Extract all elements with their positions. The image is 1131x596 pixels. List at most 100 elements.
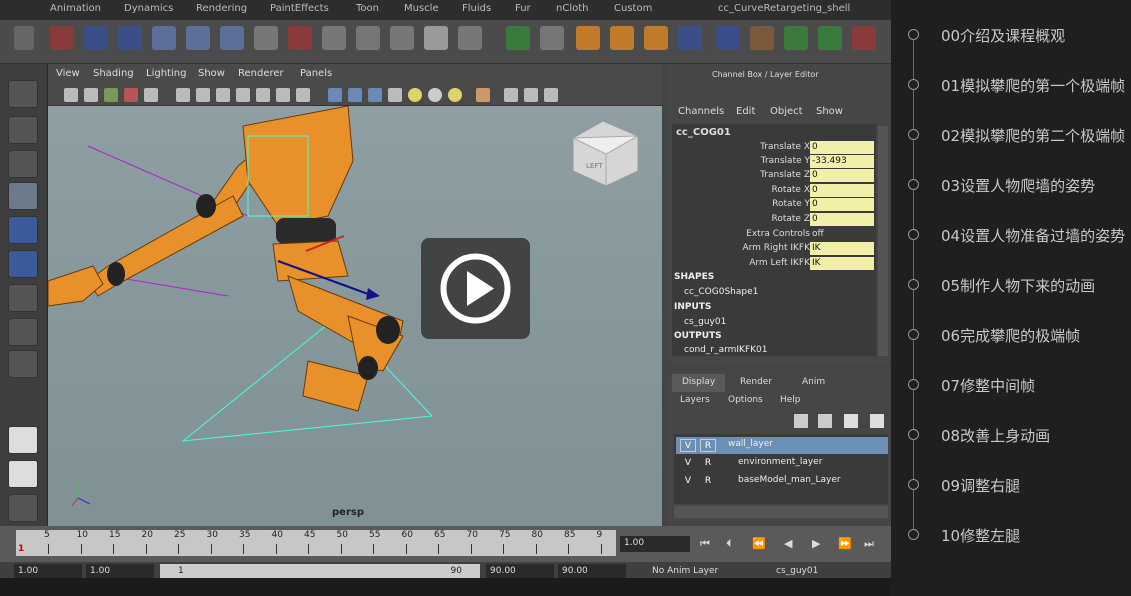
output-item[interactable]: cond_r_armIKFK01 xyxy=(684,345,767,355)
shadows-icon[interactable] xyxy=(428,88,442,102)
orient-icon[interactable] xyxy=(288,26,312,50)
range-slider-bar[interactable]: 1 90 xyxy=(160,564,480,578)
lesson-item[interactable]: 04设置人物准备过墙的姿势 xyxy=(891,220,1131,250)
tab-display[interactable]: Display xyxy=(672,374,726,392)
attr-value[interactable]: off xyxy=(810,228,874,241)
film-gate-icon[interactable] xyxy=(176,88,190,102)
viewport-menu-renderer[interactable]: Renderer xyxy=(238,68,284,79)
lesson-item[interactable]: 02模拟攀爬的第二个极端帧 xyxy=(891,120,1131,150)
scale-tool-icon[interactable] xyxy=(8,250,38,278)
le-menu-layers[interactable]: Layers xyxy=(680,395,710,405)
current-frame-field[interactable]: 1.00 xyxy=(620,536,690,552)
resolution-gate-icon[interactable] xyxy=(196,88,210,102)
cluster-icon[interactable] xyxy=(424,26,448,50)
field-chart-icon[interactable] xyxy=(236,88,250,102)
layer-row[interactable]: V R wall_layer xyxy=(676,437,888,454)
joint-red-icon[interactable] xyxy=(818,26,842,50)
backface-icon[interactable] xyxy=(544,88,558,102)
play-forward-icon[interactable]: ▶ xyxy=(812,537,820,550)
lasso-tool-icon[interactable] xyxy=(8,116,38,144)
safe-title-icon[interactable] xyxy=(276,88,290,102)
viewport-3d[interactable]: LEFT persp xyxy=(48,106,662,526)
lesson-item[interactable]: 00介绍及课程概观 xyxy=(891,20,1131,50)
shelf-tab[interactable]: Toon xyxy=(356,3,379,14)
input-item[interactable]: cs_guy01 xyxy=(684,317,726,327)
go-start-icon[interactable]: ⏮ xyxy=(700,537,710,551)
attr-value[interactable]: 0 xyxy=(810,213,874,226)
video-player[interactable]: Animation Dynamics Rendering PaintEffect… xyxy=(0,0,891,596)
locator-icon[interactable] xyxy=(506,26,530,50)
skeleton-icon[interactable] xyxy=(186,26,210,50)
bookmark-icon[interactable] xyxy=(104,88,118,102)
layer-render[interactable]: R xyxy=(700,475,716,488)
character-icon[interactable] xyxy=(152,26,176,50)
viewport-menu-lighting[interactable]: Lighting xyxy=(146,68,186,79)
isolate-icon[interactable] xyxy=(476,88,490,102)
safe-action-icon[interactable] xyxy=(256,88,270,102)
shelf-tab[interactable]: PaintEffects xyxy=(270,3,329,14)
lesson-item[interactable]: 03设置人物爬墙的姿势 xyxy=(891,170,1131,200)
camera-icon[interactable] xyxy=(64,88,78,102)
pole-vector-icon[interactable] xyxy=(356,26,380,50)
playback-end-field[interactable]: 90.00 xyxy=(486,564,554,578)
soft-mod-icon[interactable] xyxy=(8,318,38,346)
grid-toggle-icon[interactable] xyxy=(144,88,158,102)
layer-render[interactable]: R xyxy=(700,439,716,452)
view-cube[interactable] xyxy=(572,120,639,187)
xray-icon[interactable] xyxy=(504,88,518,102)
play-back-icon[interactable]: ◀ xyxy=(784,537,792,550)
lesson-item[interactable]: 07修整中间帧 xyxy=(891,370,1131,400)
anim-layer-menu[interactable]: No Anim Layer xyxy=(648,564,748,578)
shelf-tab[interactable]: Fur xyxy=(515,3,531,14)
attr-value[interactable]: 0 xyxy=(810,184,874,197)
character-set-menu[interactable]: cs_guy01 xyxy=(772,564,872,578)
attr-value[interactable]: 0 xyxy=(810,169,874,182)
rotate-tool-icon[interactable] xyxy=(8,216,38,244)
last-tool-icon[interactable] xyxy=(8,350,38,378)
face-icon[interactable] xyxy=(610,26,634,50)
time-slider[interactable]: 1 5 10 15 20 25 30 35 40 45 50 55 60 65 70 75 80 85 9 1.0… xyxy=(0,526,891,562)
light-icon[interactable] xyxy=(408,88,422,102)
cb-menu-object[interactable]: Object xyxy=(770,106,803,117)
select-tool-icon[interactable] xyxy=(8,80,38,108)
paint-select-icon[interactable] xyxy=(8,150,38,178)
viewport-menu-shading[interactable]: Shading xyxy=(93,68,134,79)
attr-value[interactable]: IK xyxy=(810,242,874,255)
lesson-item[interactable]: 08改善上身动画 xyxy=(891,420,1131,450)
le-menu-options[interactable]: Options xyxy=(728,395,763,405)
shelf-tab[interactable]: Rendering xyxy=(196,3,247,14)
layer-visibility[interactable]: V xyxy=(680,457,696,470)
layer-scrollbar[interactable] xyxy=(674,506,888,518)
channel-scrollbar[interactable] xyxy=(878,126,888,356)
layer-visibility[interactable]: V xyxy=(680,439,696,452)
start-time-field[interactable]: 1.00 xyxy=(14,564,82,578)
lesson-item[interactable]: 01模拟攀爬的第一个极端帧 xyxy=(891,70,1131,100)
bind-skin-icon[interactable] xyxy=(220,26,244,50)
attr-value[interactable]: 0 xyxy=(810,141,874,154)
checker-icon[interactable] xyxy=(388,88,402,102)
prev-key-icon[interactable]: ⏪ xyxy=(752,537,766,550)
manipulator-icon[interactable] xyxy=(8,284,38,312)
head-icon[interactable] xyxy=(644,26,668,50)
attr-value[interactable]: IK xyxy=(810,257,874,270)
joint-tool-icon[interactable] xyxy=(50,26,74,50)
shape-item[interactable]: cc_COG0Shape1 xyxy=(684,287,758,297)
hik-icon[interactable] xyxy=(576,26,600,50)
grid-icon[interactable] xyxy=(678,26,702,50)
shelf-tab[interactable]: Animation xyxy=(50,3,101,14)
go-end-icon[interactable]: ⏭ xyxy=(864,537,874,551)
scale-constraint-icon[interactable] xyxy=(390,26,414,50)
constraint-icon[interactable] xyxy=(254,26,278,50)
outliner-icon[interactable] xyxy=(8,494,38,522)
paint-weights-icon[interactable] xyxy=(716,26,740,50)
move-layer-up-icon[interactable] xyxy=(844,414,858,428)
play-button[interactable] xyxy=(421,238,530,339)
star-icon[interactable] xyxy=(784,26,808,50)
aim-icon[interactable] xyxy=(322,26,346,50)
step-back-icon[interactable]: ⏴ xyxy=(726,537,732,551)
shelf-tab[interactable]: Fluids xyxy=(462,3,491,14)
single-pane-icon[interactable] xyxy=(8,426,38,454)
smooth-shade-icon[interactable] xyxy=(328,88,342,102)
viewport-menu-view[interactable]: View xyxy=(56,68,80,79)
le-menu-help[interactable]: Help xyxy=(780,395,801,405)
